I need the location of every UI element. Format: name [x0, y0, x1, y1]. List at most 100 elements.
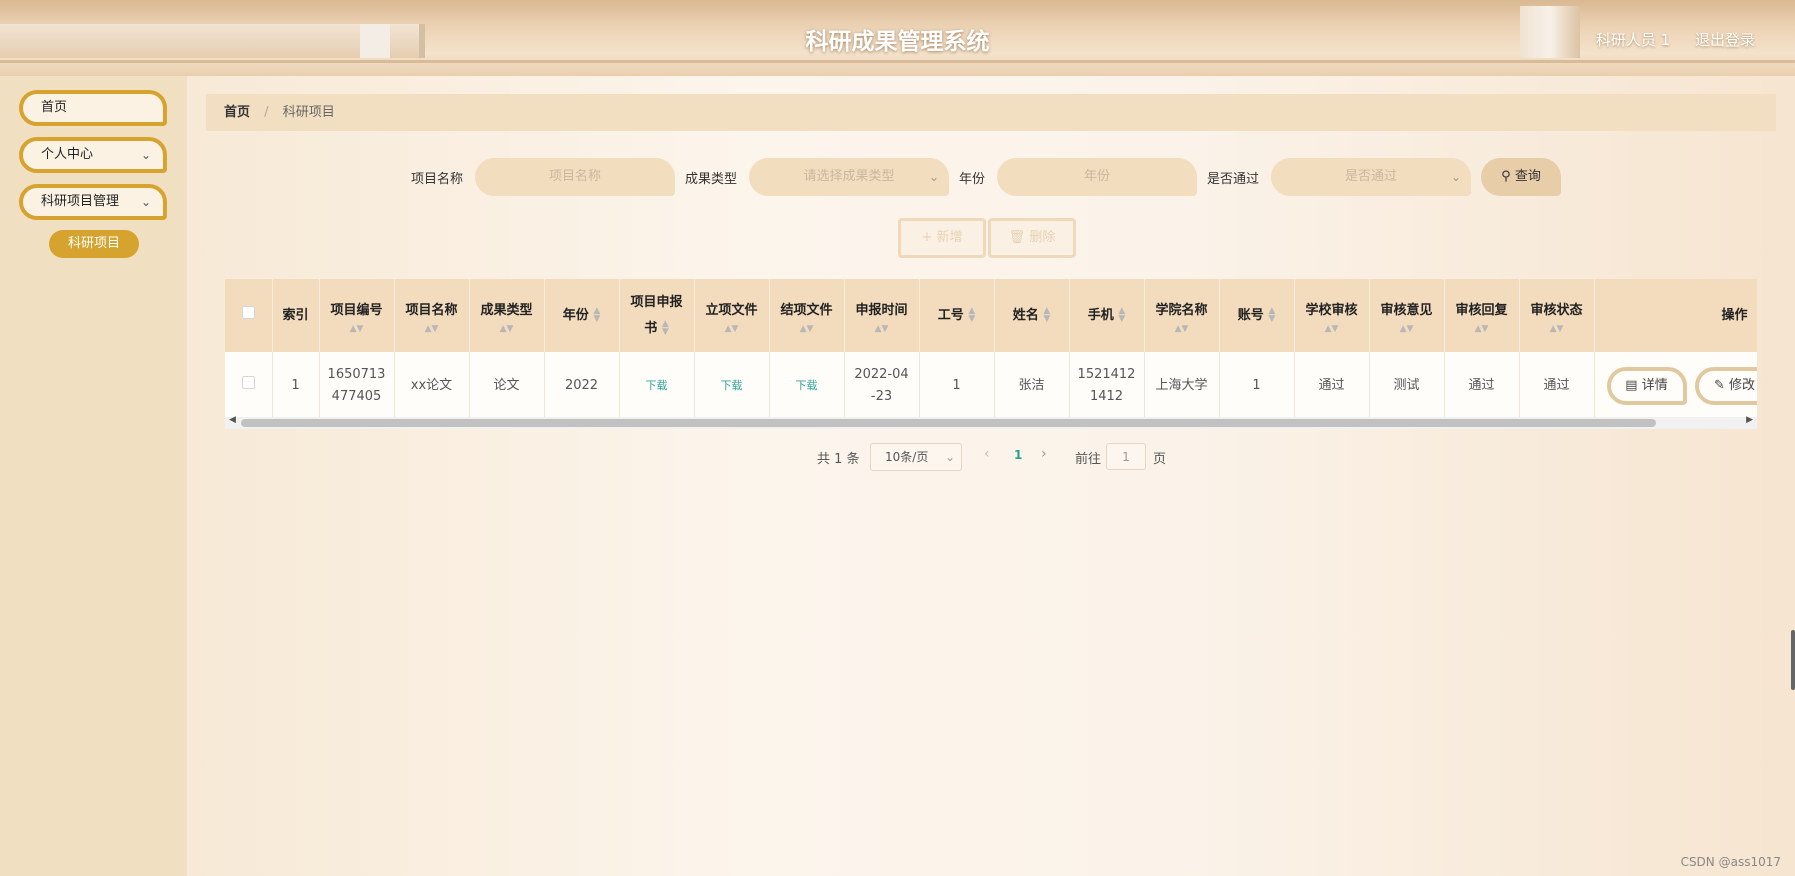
total-count: 共 1 条 — [817, 452, 860, 467]
document-icon: ▤ — [1625, 377, 1638, 393]
edit-button[interactable]: ✎ 修改 — [1694, 366, 1757, 405]
search-icon: ⚲ — [1501, 169, 1511, 184]
sidebar: 首页 个人中心 ⌄ 科研项目管理 ⌄ 科研项目 — [0, 76, 187, 876]
logout-link[interactable]: 退出登录 — [1695, 31, 1755, 49]
table-cell: 通过 — [1294, 352, 1370, 419]
sidebar-item-home[interactable]: 首页 — [19, 90, 167, 126]
sort-icon: ▲▼ — [1399, 323, 1414, 334]
is-passed-placeholder: 是否通过 — [1344, 169, 1397, 184]
year-input[interactable]: 年份 — [997, 158, 1197, 196]
table-cell: 1 — [1219, 352, 1295, 419]
table-cell: 下载 — [694, 352, 770, 419]
sort-icon: ▲▼ — [499, 323, 514, 334]
add-button[interactable]: + 新增 — [898, 218, 986, 258]
sort-icon: ▲▼ — [1549, 323, 1564, 334]
sort-icon: ▲▼ — [874, 323, 889, 334]
main-content: 首页 / 科研项目 项目名称 项目名称 成果类型 请选择成果类型 ⌄ 年份 年份… — [187, 76, 1795, 876]
row-select-cell — [225, 352, 273, 419]
top-header: 科研成果管理系统 科研人员 1 退出登录 — [0, 0, 1795, 76]
column-header[interactable]: 年份 ▲ ▼ — [544, 279, 620, 352]
sidebar-item-project-management[interactable]: 科研项目管理 ⌄ — [19, 184, 167, 220]
sort-icon: ▲▼ — [968, 306, 976, 324]
horizontal-scrollbar[interactable]: ◀ ▶ — [225, 415, 1757, 429]
select-all-cell — [225, 279, 273, 352]
sort-icon: ▲▼ — [799, 323, 814, 334]
download-link[interactable]: 下载 — [646, 379, 668, 392]
project-name-input[interactable]: 项目名称 — [475, 158, 675, 196]
year-label: 年份 — [959, 172, 986, 187]
select-all-checkbox[interactable] — [241, 305, 255, 319]
sidebar-item-label: 首页 — [41, 100, 68, 115]
sidebar-item-personal-center[interactable]: 个人中心 ⌄ — [19, 137, 167, 173]
column-header: 操作 — [1594, 279, 1757, 352]
column-header[interactable]: 成果类型 ▲▼ — [469, 279, 545, 352]
table-cell: 2022 — [544, 352, 620, 419]
table-cell: 论文 — [469, 352, 545, 419]
table-cell: 下载 — [769, 352, 845, 419]
table-cell: 1650713 477405 — [319, 352, 395, 419]
sort-icon: ▲▼ — [593, 306, 601, 324]
table-cell: xx论文 — [394, 352, 470, 419]
column-header[interactable]: 审核回复 ▲▼ — [1444, 279, 1520, 352]
chevron-down-icon: ⌄ — [944, 450, 955, 464]
sort-icon: ▲▼ — [1043, 306, 1051, 324]
sidebar-subitem-research-project[interactable]: 科研项目 — [49, 230, 139, 258]
prev-page-icon[interactable]: ‹ — [984, 446, 990, 462]
delete-button-label: 删除 — [1029, 230, 1056, 245]
chevron-down-icon: ⌄ — [1450, 170, 1461, 184]
query-button-label: 查询 — [1514, 169, 1541, 184]
column-header[interactable]: 项目名称 ▲▼ — [394, 279, 470, 352]
current-user: 科研人员 1 — [1595, 31, 1671, 49]
row-checkbox[interactable] — [241, 375, 255, 389]
column-header[interactable]: 账号 ▲ ▼ — [1219, 279, 1295, 352]
delete-button[interactable]: 🗑 删除 — [988, 218, 1076, 258]
sort-icon: ▲▼ — [424, 323, 439, 334]
column-header[interactable]: 项目编号 ▲▼ — [319, 279, 395, 352]
detail-button[interactable]: ▤ 详情 — [1606, 366, 1687, 405]
goto-page-input[interactable]: 1 — [1106, 443, 1146, 470]
page-size-select[interactable]: 10条/页 ⌄ — [870, 443, 962, 471]
watermark: CSDN @ass1017 — [1680, 855, 1781, 869]
sort-icon: ▲▼ — [1474, 323, 1489, 334]
download-link[interactable]: 下载 — [796, 379, 818, 392]
breadcrumb-home[interactable]: 首页 — [224, 105, 250, 120]
system-title: 科研成果管理系统 — [805, 29, 990, 55]
sort-icon: ▲▼ — [724, 323, 739, 334]
sort-icon: ▲▼ — [1268, 306, 1276, 324]
table-cell: 测试 — [1369, 352, 1445, 419]
trash-icon: 🗑 — [1008, 230, 1026, 245]
sort-icon: ▲▼ — [1118, 306, 1126, 324]
add-button-label: 新增 — [936, 230, 963, 245]
scrollbar-thumb[interactable] — [241, 419, 1656, 427]
data-table: 索引 项目编号 ▲▼ 项目名称 ▲▼ 成果类型 ▲▼ 年份 ▲ ▼ 项目申报书 ▲ ▼ 立… — [225, 279, 1757, 435]
column-header[interactable]: 学校审核 ▲▼ — [1294, 279, 1370, 352]
column-header[interactable]: 学院名称 ▲▼ — [1144, 279, 1220, 352]
column-header[interactable]: 审核意见 ▲▼ — [1369, 279, 1445, 352]
is-passed-select[interactable]: 是否通过 ⌄ — [1271, 158, 1471, 196]
sort-icon: ▲▼ — [1324, 323, 1339, 334]
next-page-icon[interactable]: › — [1041, 446, 1047, 462]
table-cell: 上海大学 — [1144, 352, 1220, 419]
table-cell: 2022-04 -23 — [844, 352, 920, 419]
scroll-left-icon[interactable]: ◀ — [229, 415, 236, 425]
column-header[interactable]: 结项文件 ▲▼ — [769, 279, 845, 352]
column-header[interactable]: 工号 ▲ ▼ — [919, 279, 995, 352]
result-type-select[interactable]: 请选择成果类型 ⌄ — [749, 158, 949, 196]
page-number[interactable]: 1 — [1014, 448, 1022, 462]
column-header[interactable]: 手机 ▲ ▼ — [1069, 279, 1145, 352]
user-info: 科研人员 1 退出登录 — [1576, 29, 1755, 50]
sort-icon: ▲▼ — [349, 323, 364, 334]
column-header[interactable]: 审核状态 ▲▼ — [1519, 279, 1595, 352]
page-scrollbar[interactable] — [1791, 630, 1795, 690]
breadcrumb-current: 科研项目 — [282, 105, 335, 120]
download-link[interactable]: 下载 — [721, 379, 743, 392]
column-header[interactable]: 姓名 ▲ ▼ — [994, 279, 1070, 352]
column-header[interactable]: 立项文件 ▲▼ — [694, 279, 770, 352]
chevron-down-icon: ⌄ — [140, 195, 151, 209]
column-header[interactable]: 申报时间 ▲▼ — [844, 279, 920, 352]
chevron-down-icon: ⌄ — [140, 148, 151, 162]
scroll-right-icon[interactable]: ▶ — [1746, 415, 1753, 425]
column-header[interactable]: 项目申报书 ▲ ▼ — [619, 279, 695, 352]
query-button[interactable]: ⚲ 查询 — [1481, 158, 1561, 196]
table-cell: 1 — [919, 352, 995, 419]
